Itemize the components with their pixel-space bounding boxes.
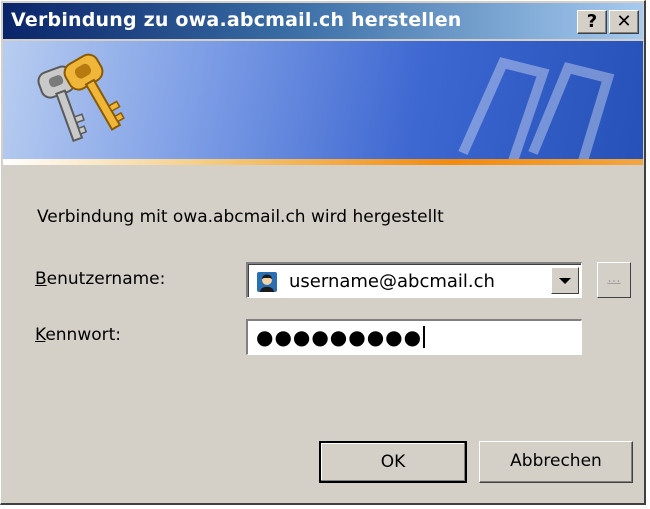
password-label: Kennwort: [35,325,121,345]
watermark-keys-icon [458,57,615,161]
help-button[interactable]: ? [577,10,607,34]
close-button[interactable]: ✕ [609,10,639,34]
user-icon [257,272,277,292]
password-value: ●●●●●●●●● [256,325,426,349]
text-caret [423,326,426,348]
username-field[interactable]: username@abcmail.ch [248,264,581,297]
password-label-text: ennwort: [45,325,122,345]
password-field[interactable]: ●●●●●●●●● [246,319,582,355]
ok-button[interactable]: OK [319,441,467,483]
username-label-accel: B [35,269,47,289]
window-title: Verbindung zu owa.abcmail.ch herstellen [11,9,462,31]
username-label-text: enutzername: [46,269,166,289]
banner-accent-line [3,159,643,165]
password-mask: ●●●●●●●●● [256,325,423,349]
username-label: Benutzername: [35,269,165,289]
keys-icon [37,53,125,143]
password-label-accel: K [35,325,46,345]
dialog-banner [3,41,643,161]
username-value: username@abcmail.ch [289,271,495,292]
username-combobox[interactable]: username@abcmail.ch [246,262,582,298]
title-bar: Verbindung zu owa.abcmail.ch herstellen … [3,3,643,39]
cancel-button[interactable]: Abbrechen [479,441,633,483]
browse-button[interactable]: ... [597,262,631,298]
connection-message: Verbindung mit owa.abcmail.ch wird herge… [37,207,444,227]
credentials-dialog: Verbindung zu owa.abcmail.ch herstellen … [0,0,646,505]
chevron-down-icon[interactable] [551,267,579,294]
